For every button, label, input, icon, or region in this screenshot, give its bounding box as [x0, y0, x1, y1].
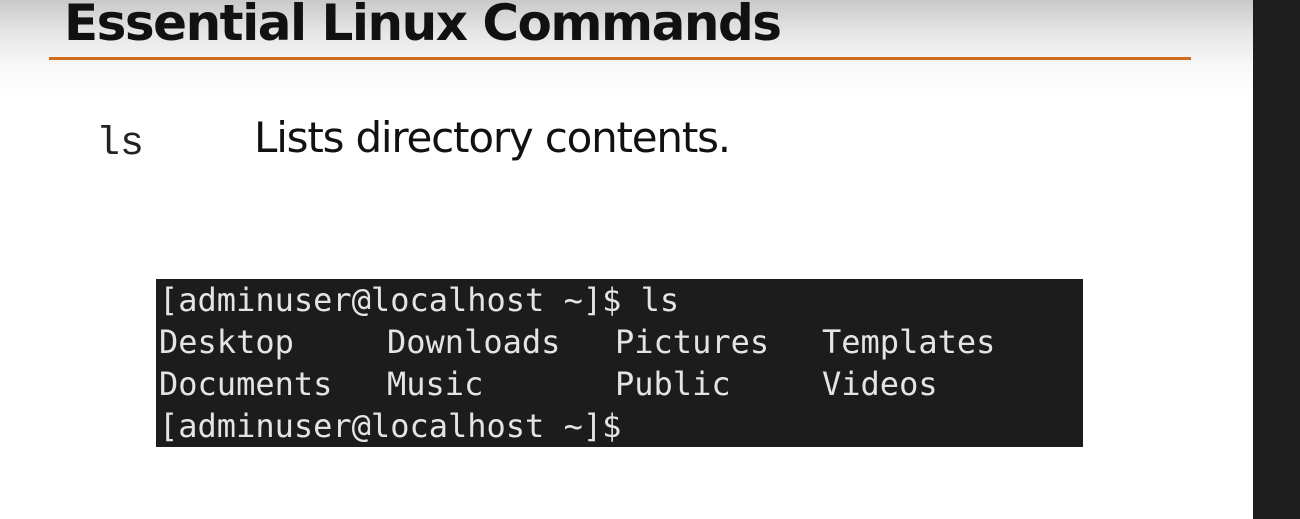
side-panel: [1253, 0, 1300, 519]
terminal-output-row: Desktop Downloads Pictures Templates: [159, 321, 995, 363]
terminal-output-item: Music: [387, 365, 484, 403]
terminal-lines: [adminuser@localhost ~]$ ls Desktop Down…: [159, 279, 995, 447]
terminal-output-item: Documents: [159, 365, 333, 403]
command-name: ls: [96, 122, 145, 167]
command-description: Lists directory contents.: [254, 113, 731, 162]
slide: Essential Linux Commands ls Lists direct…: [0, 0, 1253, 519]
terminal-output-row: Documents Music Public Videos: [159, 363, 938, 405]
slide-title: Essential Linux Commands: [64, 0, 782, 52]
terminal-prompt-line: [adminuser@localhost ~]$ ls: [159, 281, 680, 319]
slide-header: Essential Linux Commands: [0, 0, 1253, 95]
terminal-output-item: Pictures: [615, 323, 770, 361]
page: Essential Linux Commands ls Lists direct…: [0, 0, 1300, 519]
terminal-output-item: Desktop: [159, 323, 294, 361]
terminal-output-item: Public: [615, 365, 731, 403]
terminal-screenshot: [adminuser@localhost ~]$ ls Desktop Down…: [156, 279, 1083, 447]
command-row: ls Lists directory contents.: [96, 108, 1196, 168]
terminal-output-item: Templates: [822, 323, 996, 361]
terminal-output-item: Videos: [822, 365, 938, 403]
terminal-output-item: Downloads: [387, 323, 561, 361]
title-underline: [49, 57, 1191, 60]
